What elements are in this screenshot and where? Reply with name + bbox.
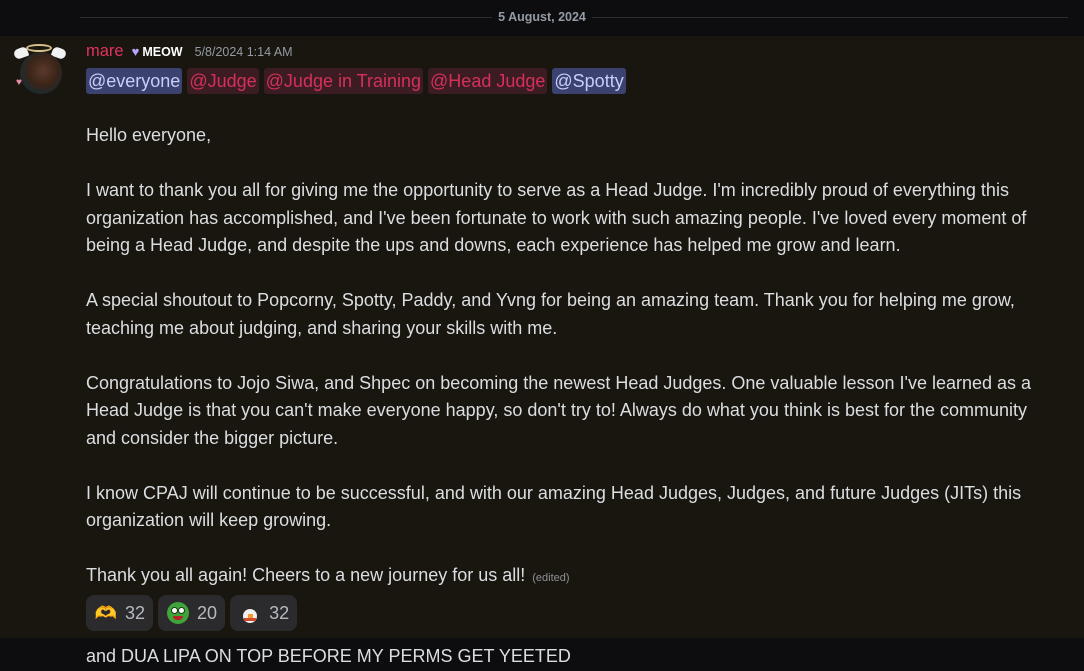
mention-everyone[interactable]: @everyone (86, 68, 183, 94)
frog-face-icon (166, 601, 190, 625)
date-divider: 5 August, 2024 (0, 0, 1084, 34)
message-header: mare ♥ MEOW 5/8/2024 1:14 AM (86, 42, 293, 64)
reactions-row: 🫶 32 20 32 (86, 595, 298, 631)
mention-spotty[interactable]: @Spotty (552, 68, 626, 94)
avatar[interactable]: ♥ (12, 44, 68, 96)
mentions-row: @everyone @Judge @Judge in Training @Hea… (86, 68, 626, 94)
message-paragraph: Hello everyone, (86, 125, 212, 145)
message-timestamp[interactable]: 5/8/2024 1:14 AM (195, 45, 293, 59)
chicken-icon (238, 601, 262, 625)
edited-label: (edited) (532, 572, 570, 584)
next-message[interactable]: and DUA LIPA ON TOP BEFORE MY PERMS GET … (86, 643, 571, 669)
mention-judge-in-training[interactable]: @Judge in Training (263, 68, 424, 94)
server-tag-label: MEOW (142, 44, 183, 59)
username[interactable]: mare (86, 42, 124, 61)
reaction-chicken[interactable]: 32 (230, 595, 298, 631)
message-paragraph-text: Thank you all again! Cheers to a new jou… (86, 565, 526, 585)
message[interactable]: ♥ mare ♥ MEOW 5/8/2024 1:14 AM @everyone… (0, 36, 1084, 638)
date-divider-label: 5 August, 2024 (492, 10, 592, 24)
mention-judge[interactable]: @Judge (187, 68, 259, 94)
halo-icon (26, 44, 52, 52)
reaction-heart-hands[interactable]: 🫶 32 (86, 595, 154, 631)
message-paragraph-last: Thank you all again! Cheers to a new jou… (86, 562, 1046, 593)
message-paragraph: I know CPAJ will continue to be successf… (86, 482, 1022, 531)
heart-hands-icon: 🫶 (94, 603, 118, 623)
heart-icon: ♥ (131, 44, 140, 59)
message-body: Hello everyone, I want to thank you all … (86, 122, 1046, 593)
message-paragraph: I want to thank you all for giving me th… (86, 180, 1027, 255)
reaction-count: 20 (197, 602, 218, 623)
reaction-count: 32 (125, 602, 146, 623)
message-paragraph: Congratulations to Jojo Siwa, and Shpec … (86, 372, 1032, 448)
server-tag[interactable]: ♥ MEOW (132, 44, 183, 59)
heart-decoration-icon: ♥ (16, 77, 22, 88)
reaction-frog[interactable]: 20 (158, 595, 226, 631)
mention-head-judge[interactable]: @Head Judge (428, 68, 548, 94)
message-paragraph: A special shoutout to Popcorny, Spotty, … (86, 290, 1015, 338)
reaction-count: 32 (269, 602, 290, 623)
avatar-image (20, 52, 62, 94)
